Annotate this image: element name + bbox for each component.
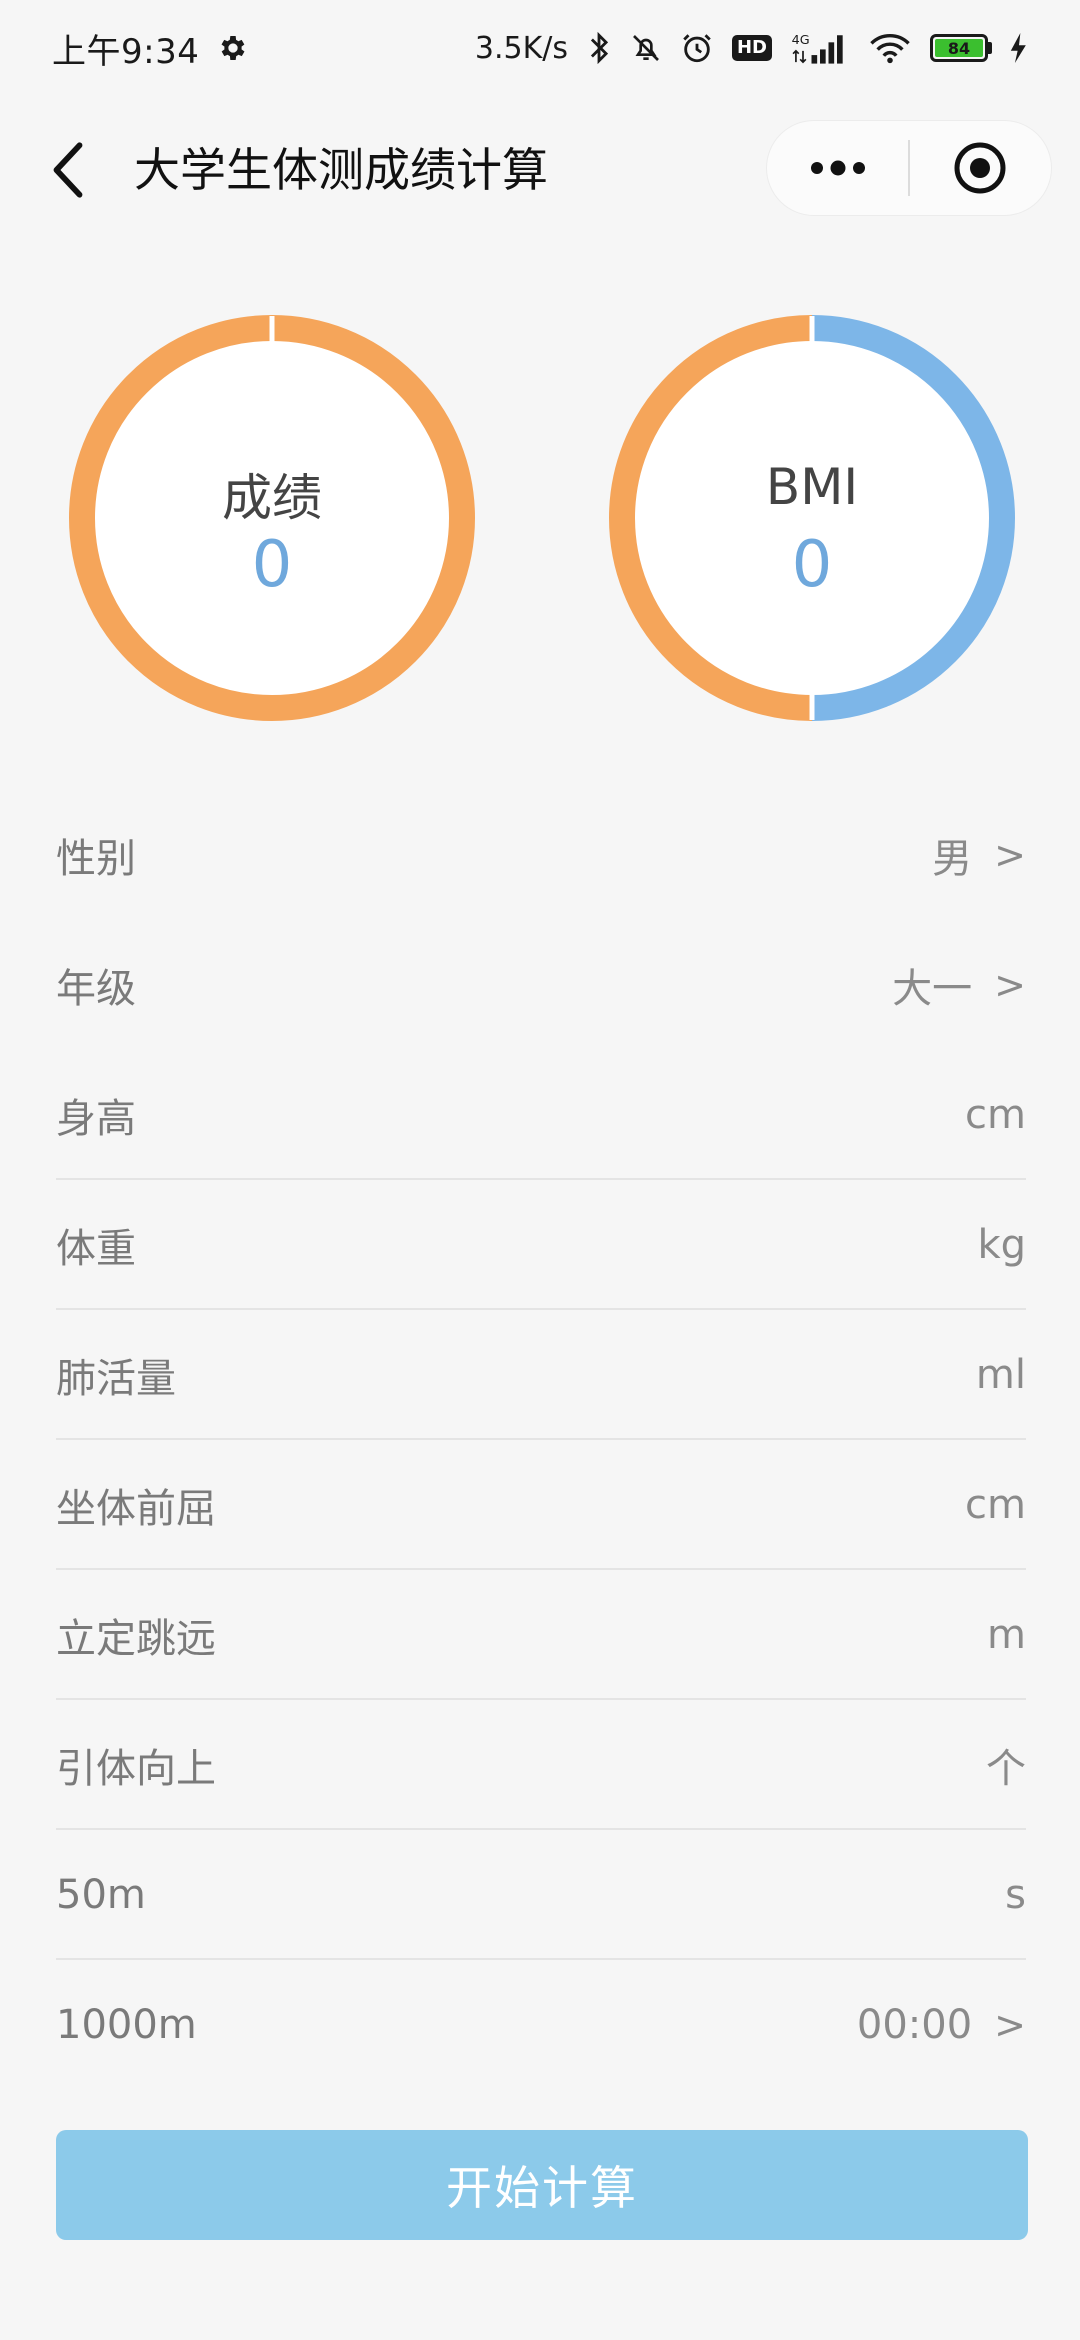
bell-off-icon	[630, 31, 662, 65]
sit-reach-field[interactable]: 坐体前屈 cm	[56, 1440, 1026, 1570]
grade-value: 大一	[892, 966, 973, 1012]
long-jump-unit: m	[987, 1612, 1026, 1658]
gender-value: 男	[932, 836, 973, 882]
status-right: 3.5K/s HD 4G 84	[475, 31, 1028, 66]
long-jump-field[interactable]: 立定跳远 m	[56, 1570, 1026, 1700]
bmi-ring: BMI 0	[602, 308, 1022, 728]
height-label: 身高	[56, 1096, 136, 1142]
pull-up-label: 引体向上	[56, 1746, 216, 1792]
back-arrow-icon[interactable]	[38, 136, 98, 204]
status-bar: 上午9:34 3.5K/s HD 4G 84	[0, 0, 1080, 96]
long-jump-label: 立定跳远	[56, 1616, 216, 1662]
run-1000m-value: 00:00	[856, 2002, 973, 2048]
nav-bar: 大学生体测成绩计算	[0, 110, 1080, 230]
weight-field[interactable]: 体重 kg	[56, 1180, 1026, 1310]
screen: 上午9:34 3.5K/s HD 4G 84 大学生体测成绩计算 成绩 0 BM…	[0, 0, 1080, 2340]
score-ring: 成绩 0	[62, 308, 482, 728]
signal-type-label: 4G	[792, 33, 810, 48]
input-form: 性别 男 > 年级 大一 > 身高 cm 体重 kg 肺活量 ml 坐体前屈 c…	[56, 790, 1026, 2090]
target-icon[interactable]	[910, 120, 1051, 216]
lung-capacity-label: 肺活量	[56, 1356, 176, 1402]
net-speed: 3.5K/s	[474, 30, 568, 66]
run-1000m-picker[interactable]: 1000m 00:00 >	[56, 1960, 1026, 2090]
weight-label: 体重	[56, 1226, 136, 1272]
pull-up-field[interactable]: 引体向上 个	[56, 1700, 1026, 1830]
run-50m-label: 50m	[56, 1872, 146, 1918]
grade-label: 年级	[56, 966, 136, 1012]
sit-reach-label: 坐体前屈	[56, 1486, 216, 1532]
run-50m-field[interactable]: 50m s	[56, 1830, 1026, 1960]
wifi-icon	[868, 31, 912, 65]
chevron-right-icon: >	[994, 963, 1026, 1007]
height-field[interactable]: 身高 cm	[56, 1050, 1026, 1180]
start-calculation-button[interactable]: 开始计算	[56, 2130, 1028, 2240]
gender-picker[interactable]: 性别 男 >	[56, 790, 1026, 920]
gear-icon	[217, 32, 249, 64]
sit-reach-unit: cm	[965, 1482, 1026, 1528]
chevron-right-icon: >	[994, 833, 1026, 877]
weight-unit: kg	[977, 1222, 1026, 1268]
bluetooth-icon	[586, 31, 612, 65]
more-icon[interactable]	[767, 120, 908, 216]
status-time: 上午9:34	[52, 31, 200, 72]
signal-icon: 4G	[790, 31, 850, 65]
grade-picker[interactable]: 年级 大一 >	[56, 920, 1026, 1050]
hd-badge: HD	[731, 35, 772, 61]
chevron-right-icon: >	[994, 2003, 1026, 2047]
score-value: 0	[251, 528, 293, 602]
alarm-icon	[680, 31, 714, 65]
result-rings: 成绩 0 BMI 0	[0, 300, 1080, 740]
run-50m-unit: s	[1005, 1872, 1026, 1918]
mini-program-capsule	[766, 120, 1052, 216]
status-left: 上午9:34	[52, 24, 249, 73]
pull-up-unit: 个	[986, 1746, 1026, 1792]
battery-level: 84	[935, 39, 983, 58]
run-1000m-label: 1000m	[56, 2002, 197, 2048]
score-label: 成绩	[222, 469, 322, 527]
lung-capacity-unit: ml	[975, 1352, 1026, 1398]
page-title: 大学生体测成绩计算	[134, 143, 548, 197]
bmi-label: BMI	[765, 458, 859, 516]
bolt-icon	[1010, 33, 1028, 63]
bmi-value: 0	[791, 528, 833, 602]
height-unit: cm	[965, 1092, 1026, 1138]
battery-indicator: 84	[930, 34, 992, 62]
gender-label: 性别	[56, 836, 136, 882]
lung-capacity-field[interactable]: 肺活量 ml	[56, 1310, 1026, 1440]
